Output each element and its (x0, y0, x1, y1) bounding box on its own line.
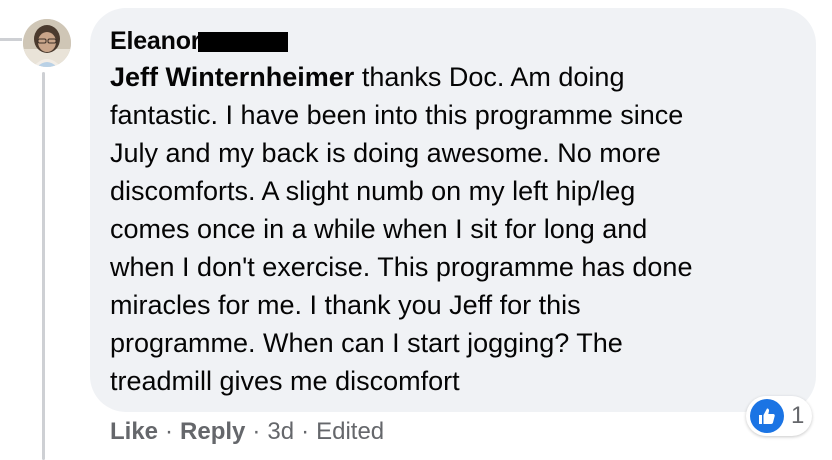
timestamp-link[interactable]: 3d (267, 418, 294, 446)
thread-connector-line (0, 38, 22, 41)
thumbs-up-icon (750, 399, 784, 433)
reaction-summary[interactable]: 1 (746, 396, 813, 436)
separator-dot: · (301, 418, 310, 445)
mention-link[interactable]: Jeff Winternheimer (110, 62, 354, 92)
like-button[interactable]: Like (110, 418, 158, 446)
comment-line-1-text: thanks Doc. Am doing (354, 62, 625, 92)
comment-line-2: fantastic. I have been into this program… (110, 100, 684, 130)
separator-dot: · (165, 418, 174, 445)
separator-dot: · (252, 418, 261, 445)
avatar[interactable] (23, 19, 71, 67)
comment-author-row: Eleanor (110, 26, 289, 56)
comment-line-5: comes once in a while when I sit for lon… (110, 214, 648, 244)
comment-line-8: programme. When can I start jogging? The (110, 328, 623, 358)
redaction-bar (198, 32, 289, 52)
comment-line-6: when I don't exercise. This programme ha… (110, 252, 693, 282)
reaction-count: 1 (791, 402, 805, 429)
thread-vertical-line (42, 72, 45, 460)
comment-line-7: miracles for me. I thank you Jeff for th… (110, 290, 581, 320)
reply-button[interactable]: Reply (180, 418, 245, 446)
comment-line-1: Jeff Winternheimer thanks Doc. Am doing (110, 58, 800, 96)
avatar-photo (23, 19, 71, 67)
comment-text: Jeff Winternheimer thanks Doc. Am doing … (110, 58, 800, 400)
comment-line-9: treadmill gives me discomfort (110, 366, 460, 396)
comment-actions: Like · Reply · 3d · Edited (110, 418, 384, 446)
comment-author-name[interactable]: Eleanor (110, 27, 201, 56)
comment-line-4: discomforts. A slight numb on my left hi… (110, 176, 636, 206)
edited-label[interactable]: Edited (316, 418, 384, 446)
comment-line-3: July and my back is doing awesome. No mo… (110, 138, 661, 168)
